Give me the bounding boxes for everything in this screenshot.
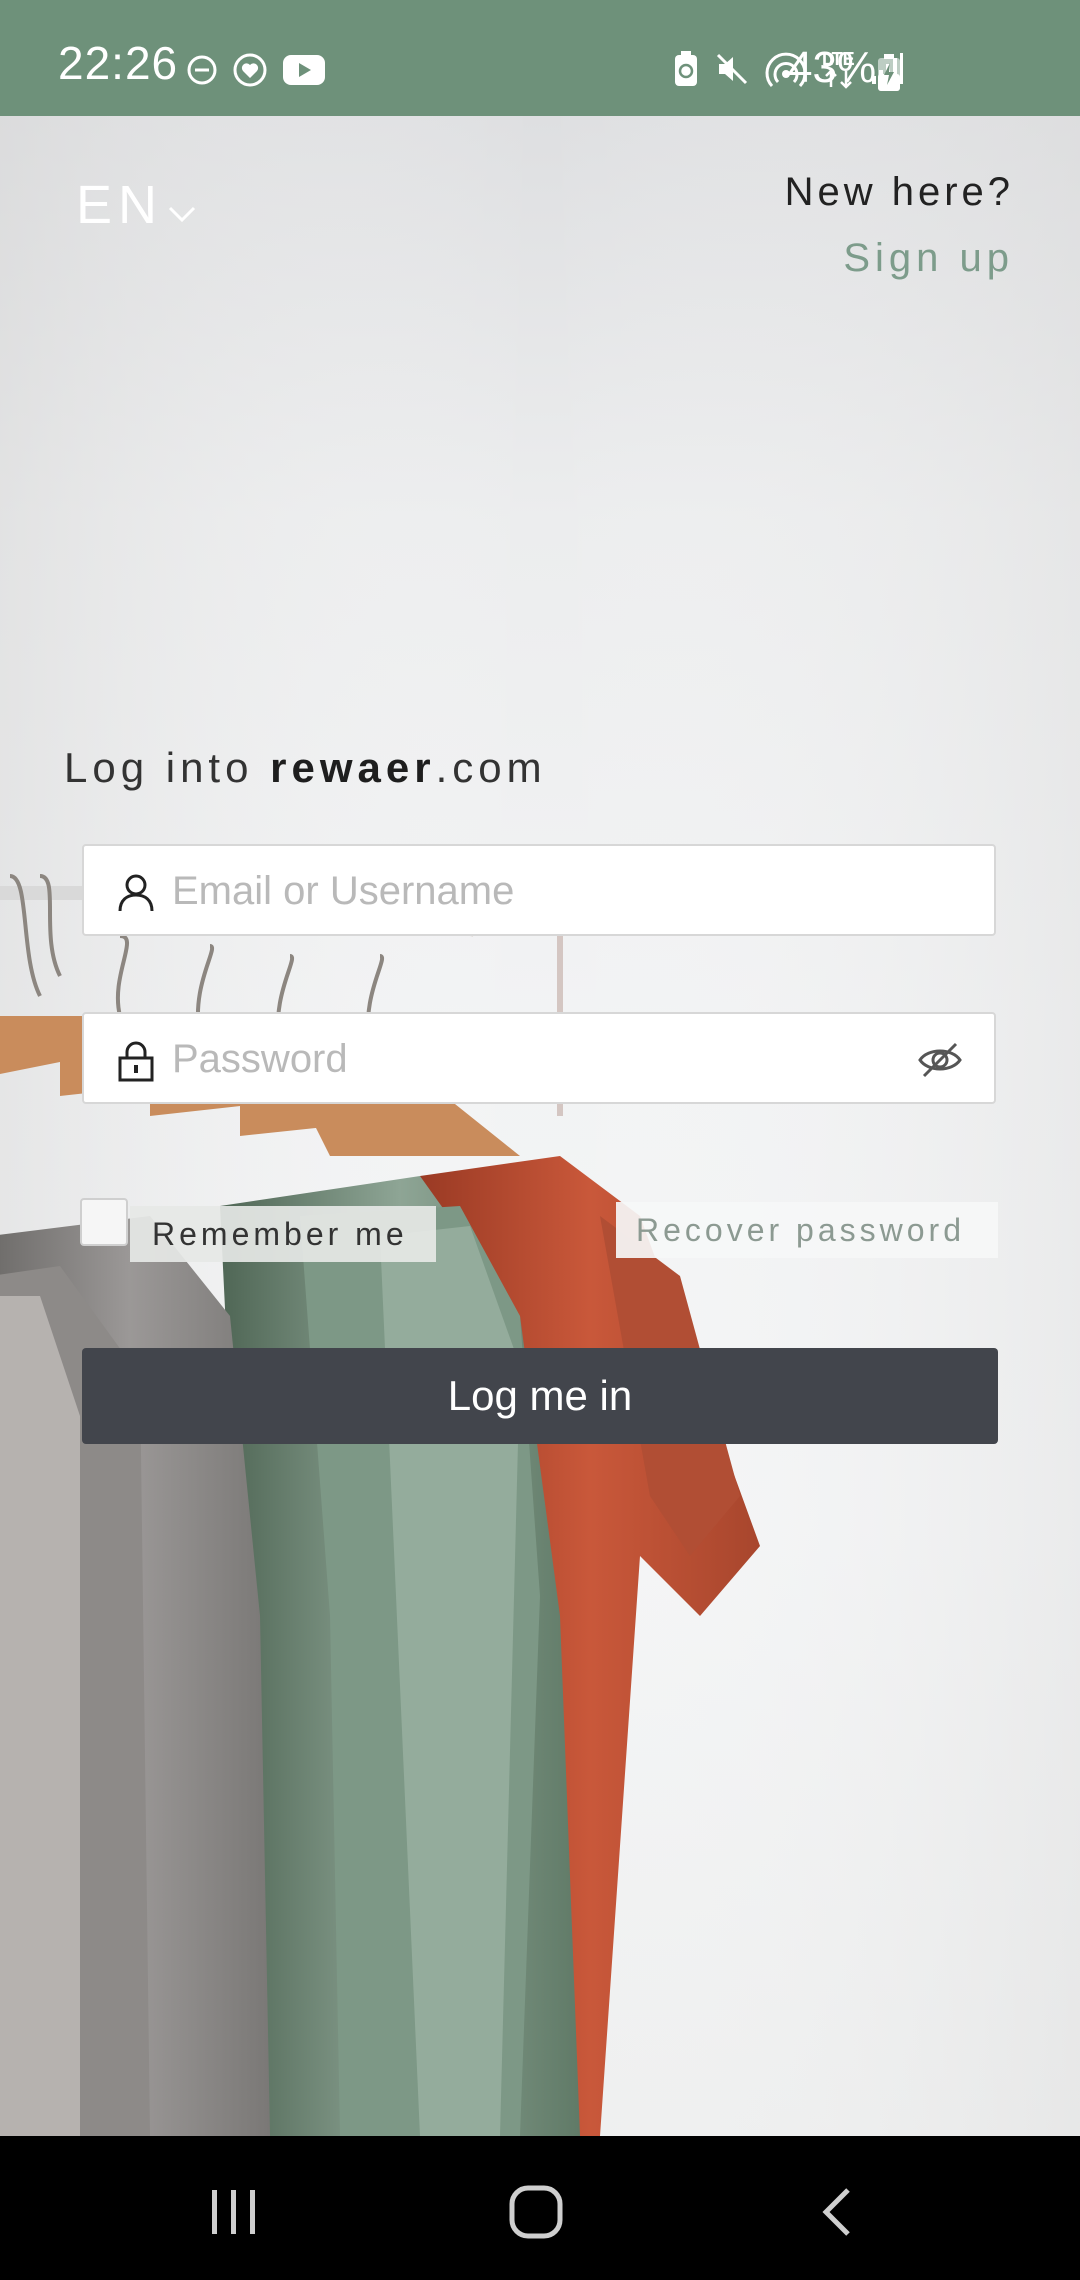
remember-me-label[interactable]: Remember me	[130, 1206, 436, 1262]
email-input[interactable]	[172, 856, 872, 926]
background-photo	[0, 116, 1080, 2136]
back-icon[interactable]	[818, 2186, 858, 2238]
login-title-prefix: Log into	[64, 744, 271, 791]
user-icon	[118, 874, 154, 912]
home-icon[interactable]	[508, 2184, 564, 2240]
language-label: EN	[76, 175, 164, 235]
eye-slash-icon[interactable]	[918, 1040, 962, 1080]
battery-charging-icon	[878, 54, 900, 91]
login-button[interactable]: Log me in	[82, 1348, 998, 1444]
heart-app-icon	[233, 53, 267, 87]
recover-password-link[interactable]: Recover password	[616, 1202, 998, 1258]
password-field[interactable]	[82, 1012, 996, 1104]
email-field[interactable]	[82, 844, 996, 936]
do-not-disturb-icon	[187, 55, 217, 85]
status-bar: 22:26 LTE 43%	[0, 0, 1080, 116]
status-left-icons	[186, 50, 326, 90]
new-here-text: New here?	[784, 170, 1014, 214]
signup-link[interactable]: Sign up	[843, 236, 1014, 281]
brand-name: rewaer	[270, 744, 436, 791]
login-title-suffix: .com	[435, 744, 547, 791]
youtube-icon	[283, 55, 325, 85]
lock-icon	[118, 1041, 154, 1082]
battery-percent: 43%	[788, 43, 877, 92]
clothes-rack-illustration	[0, 116, 1080, 2136]
system-nav-bar	[0, 2136, 1080, 2280]
chevron-down-icon	[168, 206, 196, 223]
remember-me-checkbox[interactable]	[80, 1198, 128, 1246]
password-input[interactable]	[172, 1024, 872, 1094]
status-time: 22:26	[58, 37, 179, 89]
mute-icon	[716, 53, 748, 85]
recent-apps-icon[interactable]	[208, 2186, 260, 2238]
battery-saver-icon	[675, 51, 697, 86]
login-title: Log into rewaer.com	[64, 744, 547, 792]
language-selector[interactable]: EN	[76, 178, 197, 232]
